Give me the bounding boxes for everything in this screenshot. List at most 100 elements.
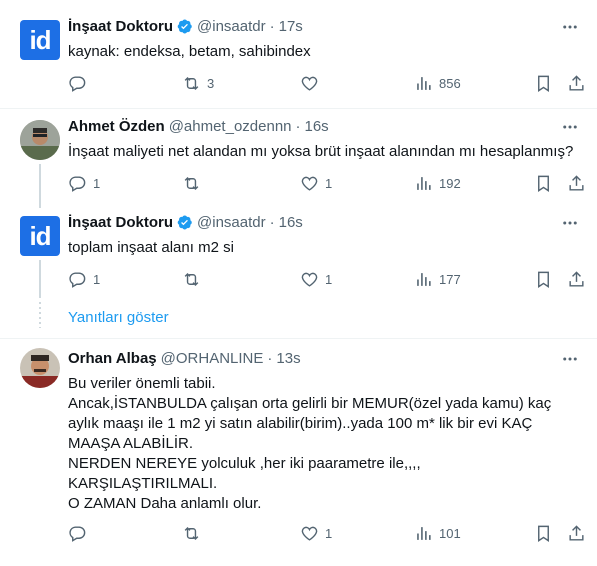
action-bar: 3 856	[60, 74, 590, 94]
more-options-icon[interactable]	[561, 18, 579, 36]
author-handle[interactable]: @insaatdr	[197, 18, 266, 35]
like-count: 1	[325, 272, 333, 287]
view-count: 856	[439, 76, 461, 91]
reply-button[interactable]: 1	[68, 174, 100, 193]
tweet-header: Orhan Albaş @ORHANLINE · 13s	[68, 350, 301, 367]
reply-count: 1	[93, 176, 101, 191]
like-button[interactable]: 1	[300, 524, 332, 543]
tweet-4[interactable]: Orhan Albaş @ORHANLINE · 13s Bu veriler …	[0, 338, 597, 566]
thread-line	[39, 260, 41, 298]
views-chart-icon	[417, 177, 431, 190]
action-bar: 1 1 192	[60, 174, 590, 194]
timestamp[interactable]: 13s	[276, 350, 300, 367]
retweet-button[interactable]	[182, 524, 207, 543]
action-bar: 1 101	[60, 524, 590, 544]
avatar[interactable]	[20, 348, 60, 388]
bookmark-button[interactable]	[534, 270, 553, 289]
tweet-text: İnşaat maliyeti net alandan mı yoksa brü…	[68, 143, 574, 160]
avatar[interactable]: id	[20, 216, 60, 256]
tweet-header: Ahmet Özden @ahmet_ozdennn · 16s	[68, 118, 329, 135]
tweet-header: İnşaat Doktoru @insaatdr · 16s	[68, 214, 303, 231]
more-options-icon[interactable]	[561, 118, 579, 136]
avatar-photo	[20, 348, 60, 388]
avatar[interactable]	[20, 120, 60, 160]
timestamp[interactable]: 17s	[279, 18, 303, 35]
share-button[interactable]	[567, 74, 586, 93]
more-options-icon[interactable]	[561, 214, 579, 232]
separator-dot: ·	[269, 18, 275, 35]
author-name[interactable]: Orhan Albaş	[68, 350, 157, 367]
reply-button[interactable]: 1	[68, 270, 100, 289]
share-icon	[569, 271, 584, 287]
timestamp[interactable]: 16s	[279, 214, 303, 231]
like-count: 1	[325, 176, 333, 191]
author-name[interactable]: Ahmet Özden	[68, 118, 165, 135]
retweet-button[interactable]: 3	[182, 74, 214, 93]
view-count: 192	[439, 176, 461, 191]
bookmark-icon	[538, 75, 549, 92]
views-button[interactable]: 856	[414, 74, 461, 93]
retweet-icon	[184, 176, 199, 191]
author-handle[interactable]: @ahmet_ozdennn	[169, 118, 292, 135]
thread-dotted-line	[39, 302, 41, 328]
bookmark-icon	[538, 175, 549, 192]
retweet-icon	[184, 272, 199, 287]
tweet-header: İnşaat Doktoru @insaatdr · 17s	[68, 18, 303, 35]
tweet-1[interactable]: id İnşaat Doktoru @insaatdr · 17s kaynak…	[0, 0, 597, 108]
tweet-text: kaynak: endeksa, betam, sahibindex	[68, 43, 311, 60]
tweet-2[interactable]: Ahmet Özden @ahmet_ozdennn · 16s İnşaat …	[0, 108, 597, 208]
bookmark-button[interactable]	[534, 174, 553, 193]
retweet-button[interactable]	[182, 174, 207, 193]
timestamp[interactable]: 16s	[305, 118, 329, 135]
show-replies-link[interactable]: Yanıtları göster	[68, 309, 169, 326]
share-icon	[569, 525, 584, 541]
views-chart-icon	[417, 77, 431, 90]
views-chart-icon	[417, 273, 431, 286]
views-button[interactable]: 177	[414, 270, 461, 289]
like-button[interactable]: 1	[300, 174, 332, 193]
bookmark-icon	[538, 271, 549, 288]
retweet-button[interactable]	[182, 270, 207, 289]
views-button[interactable]: 192	[414, 174, 461, 193]
tweet-text: toplam inşaat alanı m2 si	[68, 239, 234, 256]
action-bar: 1 1 177	[60, 270, 590, 290]
avatar-photo	[20, 120, 60, 160]
tweet-text: Bu veriler önemli tabii. Ancak,İSTANBULD…	[68, 375, 552, 512]
like-button[interactable]	[300, 74, 325, 93]
author-name[interactable]: İnşaat Doktoru	[68, 18, 173, 35]
views-chart-icon	[417, 527, 431, 540]
heart-icon	[301, 176, 318, 191]
reply-icon	[69, 76, 86, 92]
like-count: 1	[325, 526, 333, 541]
like-button[interactable]: 1	[300, 270, 332, 289]
views-button[interactable]: 101	[414, 524, 461, 543]
heart-icon	[301, 526, 318, 541]
heart-icon	[301, 272, 318, 287]
avatar[interactable]: id	[20, 20, 60, 60]
share-button[interactable]	[567, 270, 586, 289]
view-count: 101	[439, 526, 461, 541]
share-button[interactable]	[567, 174, 586, 193]
bookmark-icon	[538, 525, 549, 542]
share-icon	[569, 75, 584, 91]
more-options-icon[interactable]	[561, 350, 579, 368]
author-handle[interactable]: @ORHANLINE	[161, 350, 264, 367]
author-handle[interactable]: @insaatdr	[197, 214, 266, 231]
bookmark-button[interactable]	[534, 74, 553, 93]
share-icon	[569, 175, 584, 191]
retweet-count: 3	[207, 76, 215, 91]
verified-badge-icon	[177, 19, 192, 34]
share-button[interactable]	[567, 524, 586, 543]
heart-icon	[301, 76, 318, 91]
thread-line	[39, 164, 41, 208]
tweet-3[interactable]: id İnşaat Doktoru @insaatdr · 16s toplam…	[0, 208, 597, 308]
reply-count: 1	[93, 272, 101, 287]
bookmark-button[interactable]	[534, 524, 553, 543]
author-name[interactable]: İnşaat Doktoru	[68, 214, 173, 231]
verified-badge-icon	[177, 215, 192, 230]
reply-button[interactable]	[68, 74, 93, 93]
reply-button[interactable]	[68, 524, 93, 543]
separator-dot: ·	[267, 350, 273, 367]
reply-icon	[69, 272, 86, 288]
reply-icon	[69, 176, 86, 192]
